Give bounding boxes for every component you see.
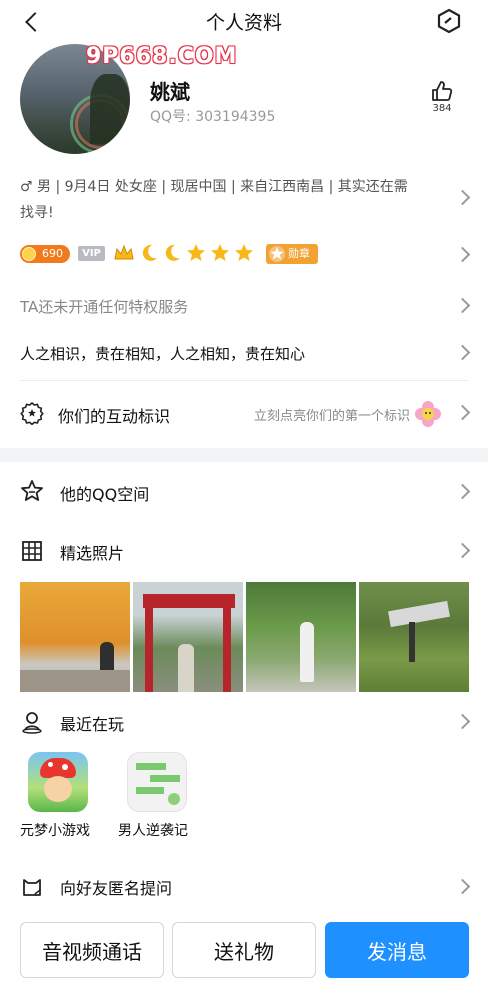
send-gift-button[interactable]: 送礼物 — [172, 922, 316, 978]
interaction-label: 你们的互动标识 — [58, 407, 171, 426]
interaction-row[interactable]: 你们的互动标识 立刻点亮你们的第一个标识 — [0, 392, 488, 434]
grid-icon — [22, 541, 42, 561]
privilege-row[interactable]: TA还未开通任何特权服务 — [0, 290, 488, 322]
game-item[interactable]: 元梦小游戏 — [20, 752, 100, 844]
ask-label: 向好友匿名提问 — [60, 879, 173, 898]
chevron-right-icon — [454, 189, 471, 206]
profile-details[interactable]: ♂ 男 | 9月4日 处女座 | 现居中国 | 来自江西南昌 | 其实还在需找寻… — [0, 172, 488, 226]
photos-row[interactable]: 精选照片 — [0, 528, 488, 572]
coin-icon — [22, 247, 36, 261]
divider — [20, 380, 468, 381]
vip-badge: VIP — [78, 246, 105, 261]
privilege-text: TA还未开通任何特权服务 — [20, 298, 189, 316]
profile-name: 姚斌 — [150, 80, 190, 104]
send-message-button[interactable]: 发消息 — [325, 922, 469, 978]
like-button[interactable]: 384 — [426, 80, 458, 120]
game-name: 元梦小游戏 — [20, 823, 90, 839]
game-icon-nanren — [127, 752, 187, 812]
interaction-hint: 立刻点亮你们的第一个标识 — [253, 409, 410, 424]
location-person-icon — [22, 712, 42, 734]
recent-label: 最近在玩 — [60, 715, 125, 734]
star-icon — [211, 244, 229, 261]
av-call-button[interactable]: 音视频通话 — [20, 922, 164, 978]
star-outline-icon — [21, 480, 43, 501]
more-button[interactable] — [436, 8, 462, 34]
star-icon — [235, 244, 253, 261]
chevron-right-icon — [454, 404, 471, 421]
chevron-right-icon — [454, 483, 471, 500]
send-gift-label: 送礼物 — [214, 939, 274, 964]
moon-icon — [165, 244, 180, 261]
game-icon-yuanmeng — [28, 752, 88, 812]
qzone-label: 他的QQ空间 — [60, 485, 150, 504]
flower-icon — [415, 401, 441, 427]
coin-badge: 690 — [20, 245, 70, 263]
photo-thumbnail[interactable] — [133, 582, 243, 692]
badges-row[interactable]: 690 VIP 勋章 — [0, 240, 488, 270]
send-message-label: 发消息 — [367, 939, 427, 964]
gear-badge-icon — [20, 401, 44, 425]
like-count: 384 — [432, 103, 452, 114]
profile-details-text: ♂ 男 | 9月4日 处女座 | 现居中国 | 来自江西南昌 | 其实还在需找寻… — [20, 179, 408, 221]
crown-icon — [114, 244, 134, 260]
chevron-right-icon — [454, 297, 471, 314]
qzone-row[interactable]: 他的QQ空间 — [0, 468, 488, 514]
photo-thumbnail[interactable] — [20, 582, 130, 692]
photos-label: 精选照片 — [60, 544, 125, 563]
chevron-right-icon — [454, 344, 471, 361]
chevron-right-icon — [454, 542, 471, 559]
hexagon-icon — [437, 8, 461, 34]
signature-row[interactable]: 人之相识，贵在相知，人之相知，贵在知心 — [0, 336, 488, 370]
av-call-label: 音视频通话 — [42, 939, 142, 964]
page-title: 个人资料 — [205, 12, 282, 34]
watermark-logo: 9P668.COM — [86, 44, 238, 69]
recent-row[interactable]: 最近在玩 — [0, 700, 488, 744]
game-name: 男人逆袭记 — [118, 823, 188, 839]
moon-icon — [142, 244, 157, 261]
medal-badge: 勋章 — [266, 244, 318, 264]
photo-thumbnail[interactable] — [246, 582, 356, 692]
game-item[interactable]: 男人逆袭记 — [118, 752, 202, 844]
star-icon — [187, 244, 205, 261]
section-separator — [0, 448, 488, 462]
cat-icon — [23, 879, 41, 896]
qq-number[interactable]: QQ号: 303194395 — [150, 106, 275, 126]
chevron-right-icon — [454, 878, 471, 895]
chevron-right-icon — [454, 246, 471, 263]
signature-text: 人之相识，贵在相知，人之相知，贵在知心 — [20, 345, 306, 363]
ask-row[interactable]: 向好友匿名提问 — [0, 864, 488, 908]
medal-star-icon — [269, 246, 285, 262]
thumbs-up-icon — [432, 81, 453, 101]
chevron-right-icon — [454, 713, 471, 730]
photo-thumbnail[interactable] — [359, 582, 469, 692]
